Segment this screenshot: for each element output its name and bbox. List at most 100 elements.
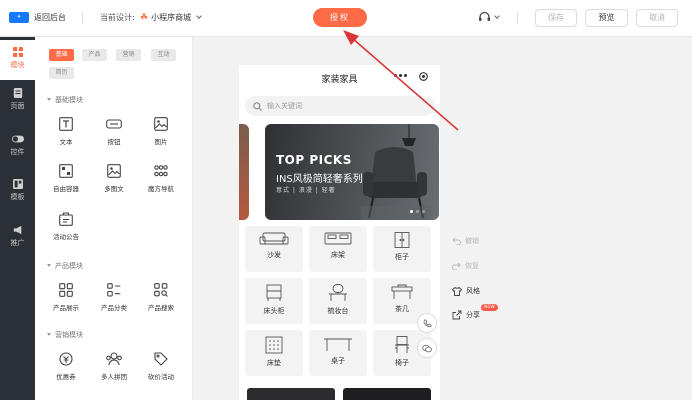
section-title-marketing: 营销模块 (47, 330, 83, 340)
module-notice[interactable]: 活动公告 (44, 212, 88, 248)
module-label: 图片 (154, 138, 168, 146)
tab-resume[interactable]: 简历 (49, 67, 74, 79)
dresser-icon (329, 284, 347, 301)
module-label: 自由容器 (53, 185, 79, 193)
armchair-image (361, 147, 431, 220)
category-nightstand[interactable]: 床头柜 (245, 278, 303, 324)
headset-icon (479, 11, 490, 21)
product-card-image[interactable] (247, 388, 335, 400)
section-title-basic: 基础模块 (47, 95, 83, 105)
cancel-button[interactable]: 取消 (636, 9, 678, 27)
tea-table-icon (391, 284, 413, 299)
share-label: 分享 (466, 311, 480, 319)
category-cabinet[interactable]: 柜子 (373, 226, 431, 272)
container-icon (59, 164, 73, 178)
chat-contact-button[interactable] (417, 338, 437, 358)
rail-item-controls[interactable]: 控件 (0, 134, 35, 174)
chevron-down-icon (494, 12, 500, 19)
current-design-select[interactable]: ☘ 小程序商城 (140, 12, 202, 23)
phone-contact-button[interactable] (417, 313, 437, 333)
banner-slide[interactable]: TOP PICKS INS风极简轻奢系列 意式 | 浪漫 | 轻奢 (265, 124, 439, 220)
cabinet-icon (394, 232, 410, 248)
notice-icon (59, 212, 73, 226)
module-cube-nav[interactable]: 魔方导航 (139, 164, 183, 200)
module-bargain[interactable]: 砍价活动 (139, 352, 183, 388)
divider (82, 12, 83, 24)
new-badge: NEW (481, 304, 498, 311)
rail-item-pages[interactable]: 页面 (0, 88, 35, 128)
module-label: 按钮 (107, 138, 121, 146)
module-label: 魔方导航 (148, 185, 174, 193)
banner-subline: INS风极简轻奢系列 (276, 174, 363, 185)
tab-marketing[interactable]: 营销 (116, 49, 141, 61)
rail-item-label: 控件 (10, 148, 25, 156)
carousel-dots[interactable] (410, 210, 425, 213)
toggle-icon (11, 135, 24, 143)
section-title-product: 产品模块 (47, 261, 83, 271)
chevron-down-icon (196, 13, 202, 19)
redo-icon (452, 262, 461, 270)
module-button[interactable]: 按钮 (92, 117, 136, 153)
module-label: 文本 (59, 138, 73, 146)
rail-item-modules[interactable]: 模块 (0, 40, 35, 80)
page-icon (13, 88, 22, 98)
current-design-label: 当前设计: (100, 13, 135, 22)
share-icon (452, 310, 462, 320)
tab-interaction[interactable]: 互动 (151, 49, 176, 61)
cube-nav-icon (154, 165, 168, 177)
megaphone-icon (13, 225, 21, 235)
category-table[interactable]: 桌子 (309, 330, 367, 376)
chat-icon (422, 344, 432, 352)
module-multi-image[interactable]: 多图文 (92, 164, 136, 200)
save-button[interactable]: 保存 (535, 9, 577, 27)
module-label: 多人拼团 (101, 373, 127, 381)
product-list-icon (107, 283, 121, 297)
divider (517, 12, 518, 24)
tab-basic[interactable]: 基础 (49, 49, 74, 61)
rail-item-label: 推广 (10, 239, 25, 247)
module-container[interactable]: 自由容器 (44, 164, 88, 200)
category-dresser[interactable]: 梳妆台 (309, 278, 367, 324)
banner-previous-slide[interactable] (239, 124, 249, 220)
module-product-display[interactable]: 产品展示 (44, 283, 88, 319)
template-icon (12, 179, 23, 189)
module-product-category[interactable]: 产品分类 (92, 283, 136, 319)
coupon-icon (59, 352, 73, 366)
tab-product[interactable]: 产品 (82, 49, 107, 61)
support-menu[interactable] (478, 11, 500, 23)
app-logo: ✦ (9, 12, 29, 23)
category-mattress[interactable]: 床垫 (245, 330, 303, 376)
shirt-icon (452, 286, 462, 296)
module-image[interactable]: 图片 (139, 117, 183, 153)
undo-button[interactable]: 撤销 (452, 236, 479, 246)
table-icon (324, 338, 352, 351)
preview-button[interactable]: 预览 (585, 9, 628, 27)
category-bed[interactable]: 床架 (309, 226, 367, 272)
rail-item-templates[interactable]: 模板 (0, 179, 35, 219)
rail-item-label: 页面 (10, 102, 25, 110)
module-product-search[interactable]: 产品搜索 (139, 283, 183, 319)
category-sofa[interactable]: 沙发 (245, 226, 303, 272)
module-coupon[interactable]: 优惠券 (44, 352, 88, 388)
redo-label: 恢复 (465, 262, 479, 270)
product-search-icon (154, 283, 168, 297)
mattress-icon (265, 336, 283, 354)
module-text[interactable]: 文本 (44, 117, 88, 153)
rail-item-promotion[interactable]: 推广 (0, 225, 35, 265)
style-button[interactable]: 风格 (452, 286, 480, 296)
module-group-buy[interactable]: 多人拼团 (92, 352, 136, 388)
redo-button[interactable]: 恢复 (452, 261, 479, 271)
category-label: 椅子 (395, 359, 409, 367)
product-card-image[interactable] (343, 388, 431, 400)
style-label: 风格 (466, 287, 480, 295)
bed-icon (324, 232, 352, 245)
category-label: 床头柜 (263, 307, 285, 315)
mini-program-icon: ☘ (140, 12, 149, 23)
bargain-icon (154, 352, 168, 366)
back-to-admin-link[interactable]: 返回后台 (34, 12, 66, 23)
share-button[interactable]: 分享 (452, 310, 480, 320)
text-icon (59, 117, 73, 131)
category-label: 桌子 (331, 357, 345, 365)
banner-tags: 意式 | 浪漫 | 轻奢 (276, 187, 336, 194)
category-label: 床架 (331, 251, 345, 259)
